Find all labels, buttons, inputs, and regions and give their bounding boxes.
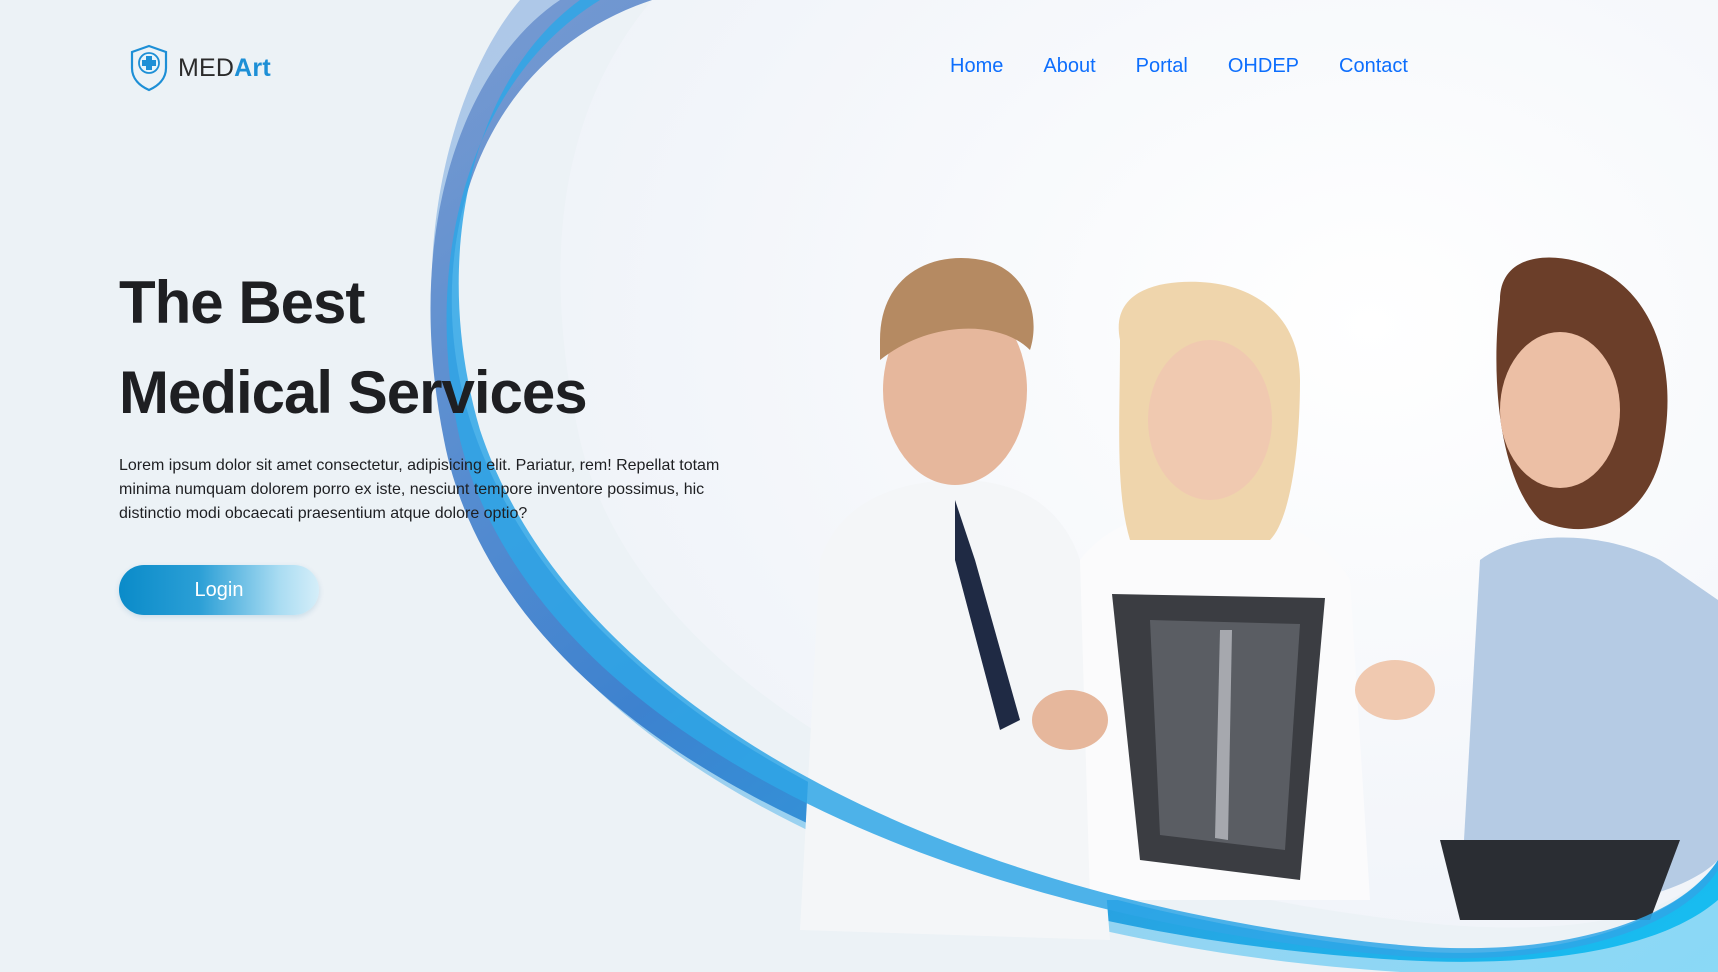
nav-about[interactable]: About — [1043, 52, 1095, 80]
landing-page: MEDArt Home About Portal OHDEP Contact T… — [0, 0, 1718, 972]
nav-home[interactable]: Home — [950, 52, 1003, 80]
nav-portal[interactable]: Portal — [1136, 52, 1188, 80]
brand-name-prefix: MED — [178, 53, 235, 82]
brand-logo[interactable]: MEDArt — [128, 44, 271, 92]
hero-description: Lorem ipsum dolor sit amet consectetur, … — [119, 457, 720, 522]
brand-name-suffix: Art — [234, 53, 271, 82]
hero-title-line-1: The Best — [119, 269, 365, 336]
main-nav: Home About Portal OHDEP Contact — [950, 52, 1408, 80]
xray-film — [1112, 594, 1325, 880]
nav-contact[interactable]: Contact — [1339, 52, 1408, 80]
hero-title: The Best Medical Services — [119, 258, 588, 438]
login-button[interactable]: Login — [119, 565, 319, 615]
nav-ohdep[interactable]: OHDEP — [1228, 52, 1299, 80]
shield-cross-icon — [130, 44, 168, 92]
hero-title-line-2: Medical Services — [119, 359, 588, 426]
brand-name: MEDArt — [178, 54, 271, 83]
